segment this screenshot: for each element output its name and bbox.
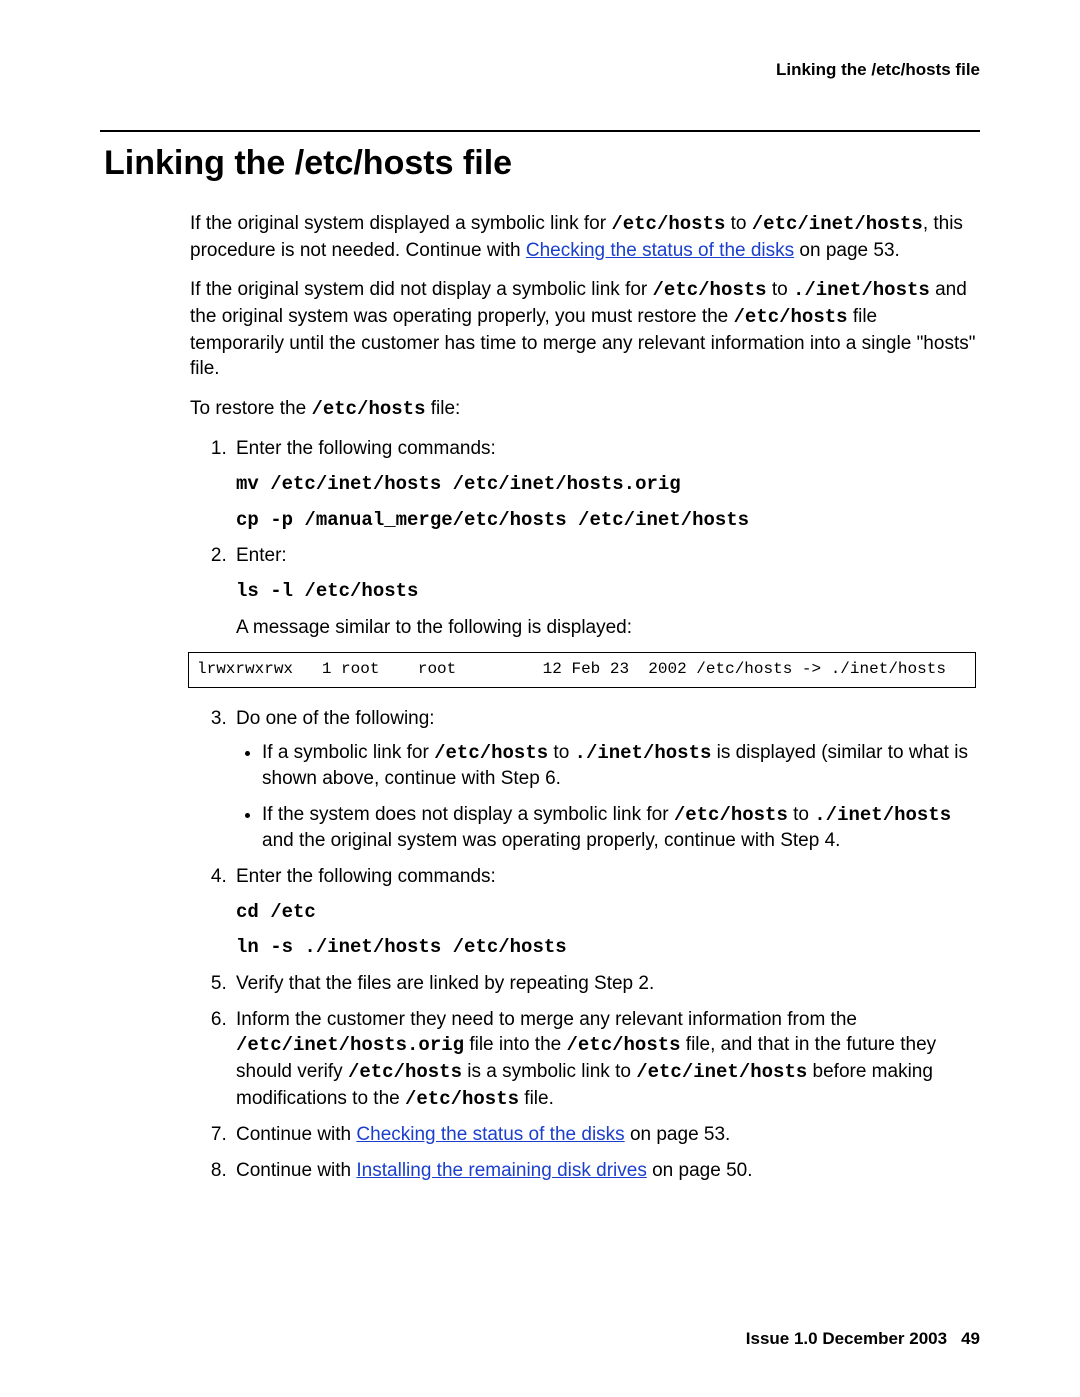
- step-text: Enter the following commands:: [236, 438, 496, 459]
- step-6: Inform the customer they need to merge a…: [232, 1007, 976, 1113]
- code-inline: /etc/hosts: [348, 1061, 462, 1083]
- code-inline: ./inet/hosts: [575, 742, 712, 764]
- steps-list: Enter the following commands: mv /etc/in…: [232, 436, 976, 1183]
- step-3: Do one of the following: If a symbolic l…: [232, 706, 976, 854]
- text: If the system does not display a symboli…: [262, 804, 674, 825]
- body-text: If the original system displayed a symbo…: [190, 211, 976, 1184]
- text: to: [788, 804, 814, 825]
- text: Continue with: [236, 1124, 356, 1145]
- page-title: Linking the /etc/hosts file: [104, 144, 980, 183]
- step-text: Enter the following commands:: [236, 866, 496, 887]
- code-inline: ./inet/hosts: [814, 804, 951, 826]
- code-inline: /etc/hosts: [311, 398, 425, 420]
- text: If the original system did not display a…: [190, 279, 653, 300]
- text: To restore the: [190, 398, 311, 419]
- text: If a symbolic link for: [262, 742, 434, 763]
- text: file:: [425, 398, 460, 419]
- step-2: Enter: ls -l /etc/hosts A message simila…: [232, 543, 976, 688]
- code-inline: ./inet/hosts: [793, 279, 930, 301]
- horizontal-rule: [100, 130, 980, 132]
- step-5: Verify that the files are linked by repe…: [232, 971, 976, 997]
- text: on page 53.: [794, 240, 900, 261]
- command-line: ls -l /etc/hosts: [236, 579, 976, 605]
- step-text: Verify that the files are linked by repe…: [236, 973, 654, 994]
- page-number: 49: [961, 1329, 980, 1348]
- code-inline: /etc/inet/hosts: [636, 1061, 807, 1083]
- link-installing-drives[interactable]: Installing the remaining disk drives: [356, 1160, 646, 1181]
- text: If the original system displayed a symbo…: [190, 213, 611, 234]
- text: and the original system was operating pr…: [262, 830, 840, 851]
- bullet-list: If a symbolic link for /etc/hosts to ./i…: [262, 740, 976, 855]
- text: to: [725, 213, 751, 234]
- code-inline: /etc/hosts: [611, 213, 725, 235]
- intro-paragraph-2: If the original system did not display a…: [190, 277, 976, 382]
- code-inline: /etc/hosts: [405, 1088, 519, 1110]
- code-inline: /etc/hosts: [434, 742, 548, 764]
- command-line: ln -s ./inet/hosts /etc/hosts: [236, 935, 976, 961]
- text: is a symbolic link to: [462, 1061, 636, 1082]
- code-inline: /etc/hosts: [734, 306, 848, 328]
- text: Continue with: [236, 1160, 356, 1181]
- text: on page 50.: [647, 1160, 753, 1181]
- restore-intro: To restore the /etc/hosts file:: [190, 396, 976, 423]
- code-inline: /etc/hosts: [653, 279, 767, 301]
- code-inline: /etc/inet/hosts.orig: [236, 1034, 464, 1056]
- code-inline: /etc/hosts: [567, 1034, 681, 1056]
- output-box: lrwxrwxrwx 1 root root 12 Feb 23 2002 /e…: [188, 652, 976, 688]
- text: on page 53.: [625, 1124, 731, 1145]
- command-line: mv /etc/inet/hosts /etc/inet/hosts.orig: [236, 472, 976, 498]
- step-1: Enter the following commands: mv /etc/in…: [232, 436, 976, 533]
- text: Inform the customer they need to merge a…: [236, 1009, 857, 1030]
- page-container: Linking the /etc/hosts file Linking the …: [0, 0, 1080, 1184]
- step-text: Enter:: [236, 545, 287, 566]
- intro-paragraph-1: If the original system displayed a symbo…: [190, 211, 976, 263]
- text: to: [767, 279, 793, 300]
- text: file into the: [464, 1034, 566, 1055]
- step-text: Do one of the following:: [236, 708, 435, 729]
- command-line: cp -p /manual_merge/etc/hosts /etc/inet/…: [236, 508, 976, 534]
- code-inline: /etc/inet/hosts: [752, 213, 923, 235]
- text: to: [548, 742, 574, 763]
- command-line: cd /etc: [236, 900, 976, 926]
- step-8: Continue with Installing the remaining d…: [232, 1158, 976, 1184]
- link-checking-status[interactable]: Checking the status of the disks: [526, 240, 794, 261]
- step-7: Continue with Checking the status of the…: [232, 1122, 976, 1148]
- step-4: Enter the following commands: cd /etc ln…: [232, 864, 976, 961]
- bullet-item: If the system does not display a symboli…: [262, 802, 976, 854]
- page-footer: Issue 1.0 December 2003 49: [746, 1329, 980, 1349]
- issue-label: Issue 1.0 December 2003: [746, 1329, 947, 1348]
- code-inline: /etc/hosts: [674, 804, 788, 826]
- text: file.: [519, 1088, 554, 1109]
- step-after-text: A message similar to the following is di…: [236, 617, 632, 638]
- link-checking-status[interactable]: Checking the status of the disks: [356, 1124, 624, 1145]
- running-header: Linking the /etc/hosts file: [100, 60, 980, 80]
- bullet-item: If a symbolic link for /etc/hosts to ./i…: [262, 740, 976, 792]
